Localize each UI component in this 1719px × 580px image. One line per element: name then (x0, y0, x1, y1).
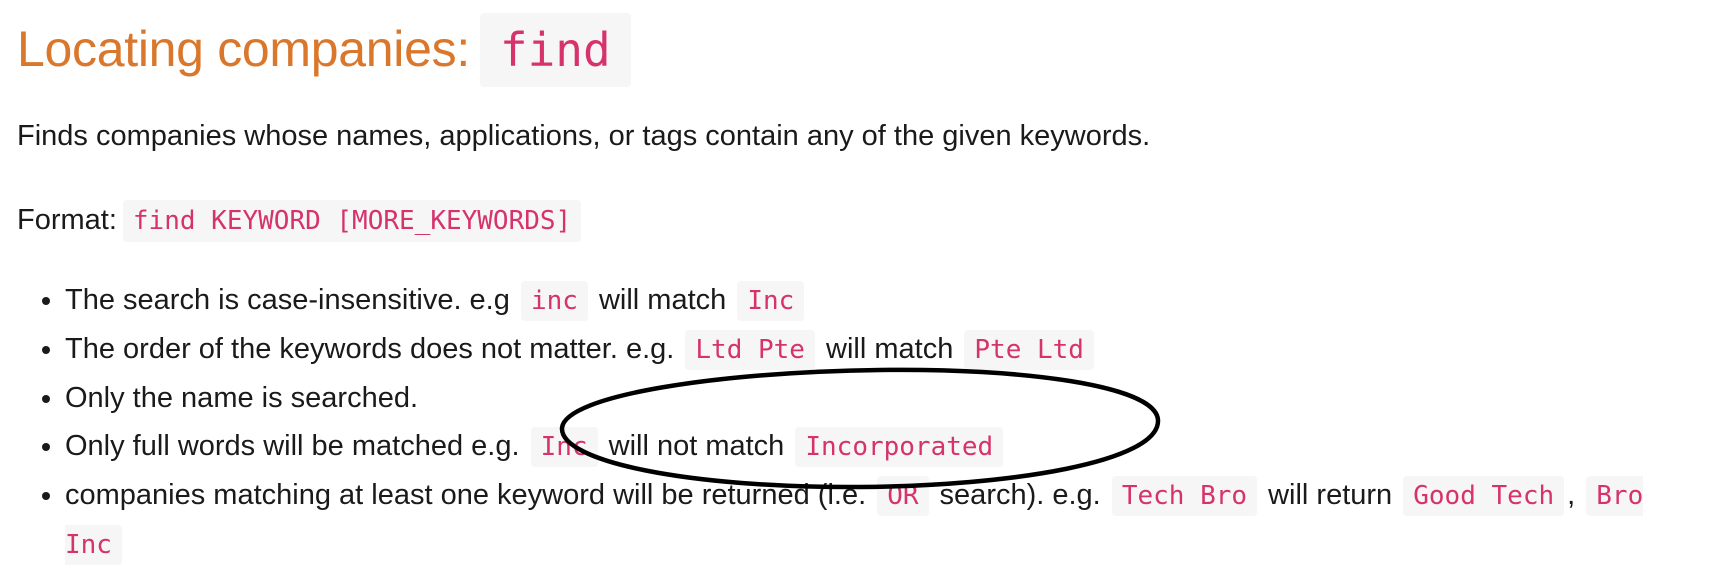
rule-text: companies matching at least one keyword … (65, 479, 875, 511)
rule-code: Good Tech (1403, 476, 1565, 516)
rule-code: Tech Bro (1111, 476, 1258, 516)
rule-text: The search is case-insensitive. e.g (65, 284, 518, 316)
rule-text: will not match (600, 430, 793, 462)
rule-text: Only the name is searched. (65, 382, 419, 414)
rule-code: Pte Ltd (964, 330, 1094, 370)
format-label: Format: (17, 204, 117, 236)
heading-command-code: find (479, 13, 631, 87)
rule-text: Only full words will be matched e.g. (65, 430, 528, 462)
rule-text: The order of the keywords does not matte… (65, 333, 683, 365)
rule-code: Ltd Pte (685, 330, 815, 370)
command-description: Finds companies whose names, application… (17, 120, 1151, 152)
rule-code: inc (520, 281, 588, 321)
heading-text: Locating companies: (17, 21, 470, 77)
rule-text: , (1567, 479, 1584, 511)
rule-text: will match (817, 333, 962, 365)
rule-text: will match (590, 284, 735, 316)
rule-code: OR (877, 476, 929, 516)
rule-code: Incorporated (795, 427, 1004, 467)
rule-code: Inc (737, 281, 805, 321)
list-item: Only full words will be matched e.g. Inc… (65, 422, 1655, 471)
format-syntax-code: find KEYWORD [MORE_KEYWORDS] (122, 200, 582, 242)
list-item: The search is case-insensitive. e.g inc … (65, 276, 1655, 325)
rule-text: search). e.g. (931, 479, 1109, 511)
rule-code: Inc (530, 427, 598, 467)
format-line: Format: find KEYWORD [MORE_KEYWORDS] (17, 198, 582, 243)
section-heading: Locating companies: find (17, 13, 631, 87)
list-item: The order of the keywords does not matte… (65, 325, 1655, 374)
rule-text: will return (1260, 479, 1401, 511)
list-item: Only the name is searched. (65, 374, 1655, 422)
rules-list: The search is case-insensitive. e.g inc … (17, 276, 1655, 569)
list-item: companies matching at least one keyword … (65, 471, 1655, 569)
